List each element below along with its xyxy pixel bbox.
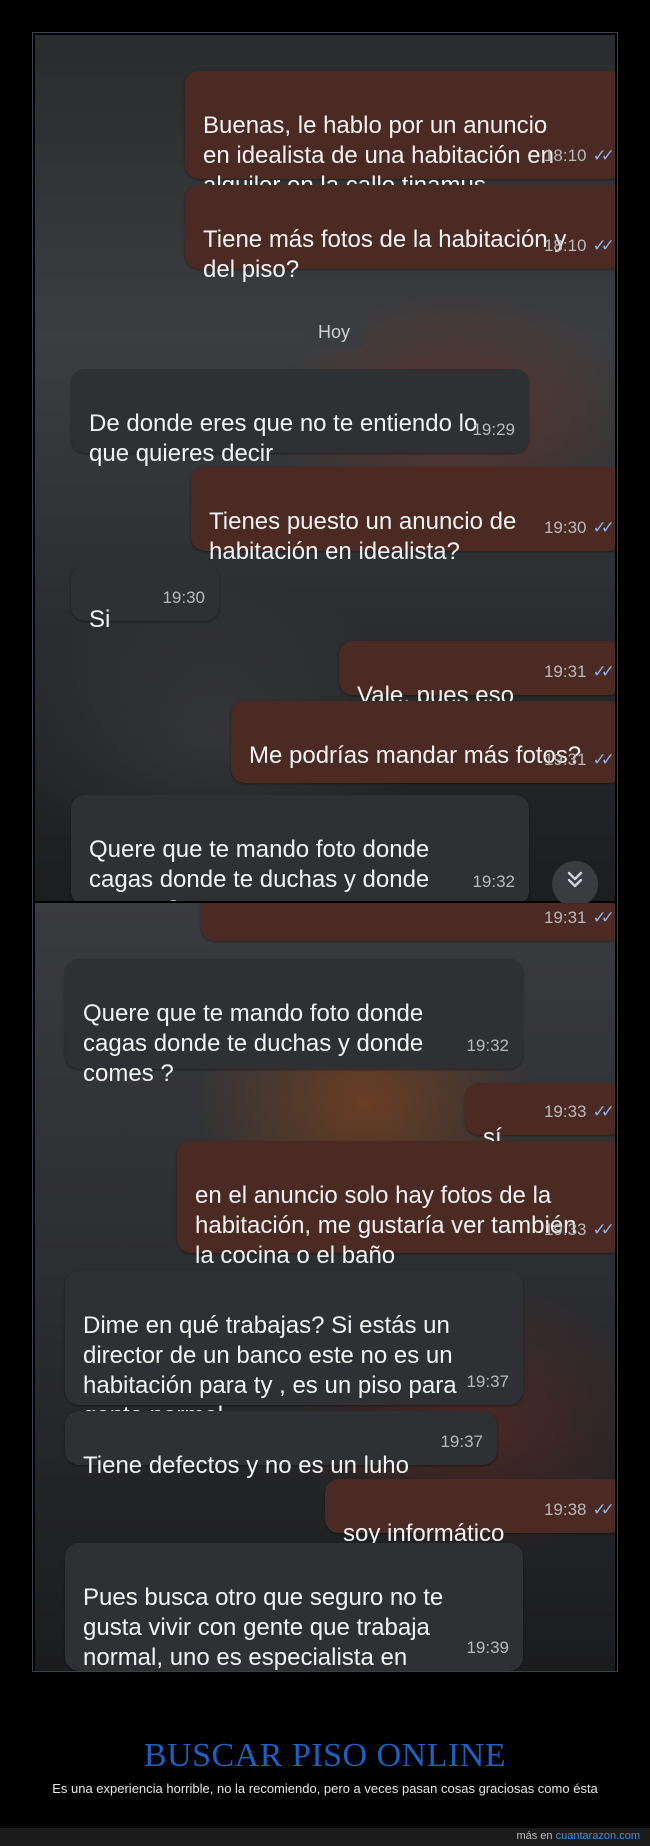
message-incoming: Quere que te mando foto donde cagas dond… [65, 959, 523, 1087]
message-time: 19:33 [543, 1220, 587, 1239]
post-title[interactable]: BUSCAR PISO ONLINE [0, 1737, 650, 1775]
message-text: Tiene defectos y no es un luho [83, 1452, 409, 1479]
message-text: Quere que te mando foto donde cagas dond… [83, 1000, 424, 1087]
read-ticks-icon: ✓✓ [592, 1102, 615, 1121]
read-ticks-icon: ✓✓ [592, 662, 615, 681]
message-outgoing-partial: 19:31 ✓✓ [201, 903, 615, 941]
message-text: Si [89, 606, 111, 633]
message-time: 19:31 [543, 908, 587, 927]
post-description: Es una experiencia horrible, no la recom… [52, 1781, 598, 1796]
message-time: 19:37 [466, 1372, 509, 1391]
message-time: 19:30 [162, 588, 205, 607]
message-time: 19:30 [543, 518, 587, 537]
message-outgoing: en el anuncio solo hay fotos de la habit… [177, 1141, 615, 1269]
chat-screenshot-2: 19:31 ✓✓ Quere que te mando foto donde ca… [35, 903, 615, 1671]
message-incoming: De donde eres que no te entiendo lo que … [71, 369, 529, 467]
message-time: 19:37 [440, 1432, 483, 1451]
read-ticks-icon: ✓✓ [592, 1500, 615, 1519]
message-text: Pues busca otro que seguro no te gusta v… [83, 1584, 444, 1671]
message-time: 19:32 [466, 1036, 509, 1055]
message-incoming: Tiene defectos y no es un luho 19:37 [65, 1411, 497, 1479]
chat-screenshot-1: Buenas, le hablo por un anuncio en ideal… [35, 35, 615, 901]
message-incoming: Pues busca otro que seguro no te gusta v… [65, 1543, 523, 1671]
message-time: 19:38 [543, 1500, 587, 1519]
message-outgoing: Vale, pues eso 19:31 ✓✓ [339, 641, 615, 709]
read-ticks-icon: ✓✓ [592, 518, 615, 537]
read-ticks-icon: ✓✓ [592, 1220, 615, 1239]
day-separator: Hoy [303, 316, 365, 348]
message-outgoing: sí 19:33 ✓✓ [465, 1083, 615, 1151]
message-text: Tienes puesto un anuncio de habitación e… [209, 508, 517, 565]
read-ticks-icon: ✓✓ [592, 908, 615, 927]
message-time: 19:29 [472, 420, 515, 439]
footer-prefix: más en [516, 1830, 553, 1842]
read-ticks-icon: ✓✓ [592, 146, 615, 165]
site-footer: más en cuantarazon.com [0, 1828, 650, 1846]
message-outgoing: Tienes puesto un anuncio de habitación e… [191, 467, 615, 565]
message-time: 19:31 [543, 662, 587, 681]
message-time: 19:31 [543, 750, 587, 769]
message-time: 18:10 [543, 236, 587, 255]
read-ticks-icon: ✓✓ [592, 750, 615, 769]
chevron-double-down-icon[interactable] [552, 861, 598, 907]
message-outgoing: Tiene más fotos de la habitación y del p… [185, 185, 615, 283]
message-text: Me podrías mandar más fotos? [249, 742, 582, 769]
message-incoming: Si 19:30 [71, 565, 219, 633]
message-outgoing: soy informático 19:38 ✓✓ [325, 1479, 615, 1547]
message-text: Quere que te mando foto donde cagas dond… [89, 836, 430, 901]
message-time: 19:32 [472, 872, 515, 891]
read-ticks-icon: ✓✓ [592, 236, 615, 255]
message-time: 19:39 [466, 1638, 509, 1657]
message-outgoing: Buenas, le hablo por un anuncio en ideal… [185, 71, 615, 199]
message-time: 19:33 [543, 1102, 587, 1121]
footer-site-link[interactable]: cuantarazon.com [556, 1830, 640, 1842]
message-text: Tiene más fotos de la habitación y del p… [203, 226, 567, 283]
message-text: De donde eres que no te entiendo lo que … [89, 410, 478, 467]
message-incoming: Dime en qué trabajas? Si estás un direct… [65, 1271, 523, 1429]
message-time: 18:10 [543, 146, 587, 165]
message-incoming: Quere que te mando foto donde cagas dond… [71, 795, 529, 901]
message-text: en el anuncio solo hay fotos de la habit… [195, 1182, 577, 1269]
screenshot-frame: Buenas, le hablo por un anuncio en ideal… [32, 32, 618, 1672]
scroll-down-arrows [567, 871, 583, 888]
message-outgoing: Me podrías mandar más fotos? 19:31 ✓✓ [231, 701, 615, 783]
